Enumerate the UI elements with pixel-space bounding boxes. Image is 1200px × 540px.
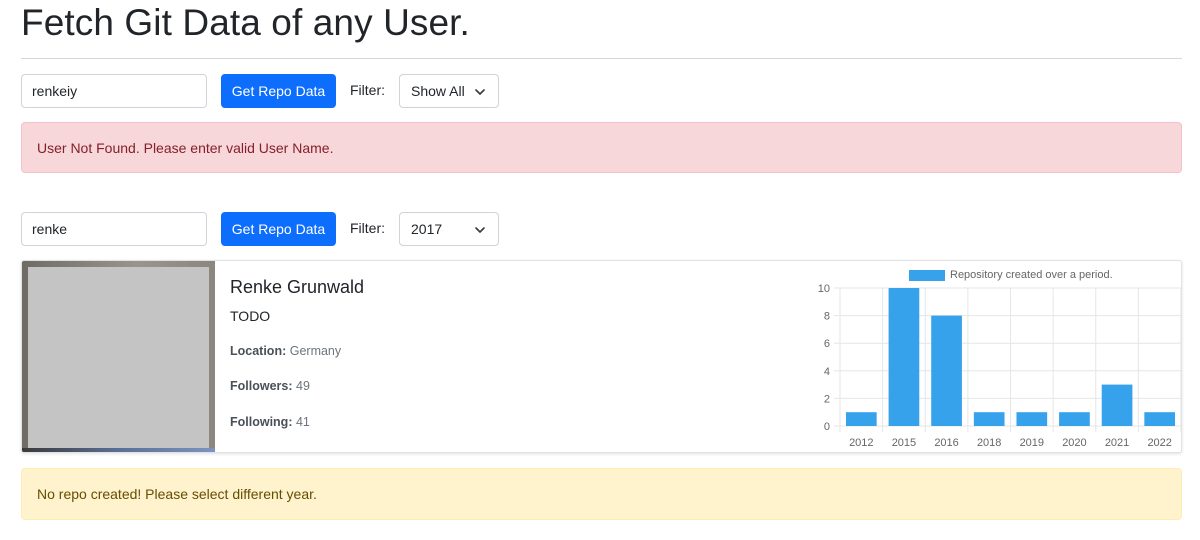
y-tick-label: 0 bbox=[824, 421, 830, 433]
y-tick-label: 4 bbox=[824, 366, 830, 378]
filter-label-1: Filter: bbox=[350, 82, 385, 98]
no-repo-alert: No repo created! Please select different… bbox=[21, 468, 1182, 520]
profile-location: Location: Germany bbox=[230, 344, 341, 358]
filter-select-value-2: 2017 bbox=[411, 221, 443, 237]
get-repo-data-button-1[interactable]: Get Repo Data bbox=[221, 74, 336, 108]
bar-2016 bbox=[931, 315, 962, 426]
page-title: Fetch Git Data of any User. bbox=[21, 2, 470, 43]
location-label: Location: bbox=[230, 344, 287, 358]
filter-select-2[interactable]: 2017 bbox=[399, 212, 499, 246]
bar-2022 bbox=[1144, 412, 1176, 426]
y-tick-label: 8 bbox=[824, 311, 830, 323]
location-value: Germany bbox=[289, 344, 342, 358]
filter-select-value-1: Show All bbox=[411, 83, 465, 99]
get-repo-data-button-2[interactable]: Get Repo Data bbox=[221, 212, 336, 246]
search-row-1: Get Repo Data Filter: Show All bbox=[21, 74, 521, 108]
title-divider bbox=[21, 58, 1182, 59]
y-tick-label: 10 bbox=[818, 283, 830, 295]
legend-swatch bbox=[909, 270, 945, 281]
x-tick-label: 2012 bbox=[849, 437, 873, 449]
x-tick-label: 2018 bbox=[977, 437, 1001, 449]
filter-select-1[interactable]: Show All bbox=[399, 74, 499, 108]
profile-followers: Followers: 49 bbox=[230, 379, 310, 393]
bar-2020 bbox=[1059, 412, 1090, 426]
x-tick-label: 2019 bbox=[1020, 437, 1044, 449]
profile-card: Renke Grunwald TODO Location: Germany Fo… bbox=[21, 260, 1182, 453]
legend-label: Repository created over a period. bbox=[950, 269, 1113, 281]
followers-value: 49 bbox=[296, 379, 310, 393]
username-input-1[interactable] bbox=[21, 74, 207, 108]
x-tick-label: 2020 bbox=[1062, 437, 1086, 449]
y-tick-label: 2 bbox=[824, 393, 830, 405]
filter-label-2: Filter: bbox=[350, 220, 385, 236]
x-tick-label: 2021 bbox=[1105, 437, 1129, 449]
search-row-2: Get Repo Data Filter: 2017 bbox=[21, 212, 521, 246]
y-tick-label: 6 bbox=[824, 338, 830, 350]
x-tick-label: 2015 bbox=[892, 437, 916, 449]
profile-bio: TODO bbox=[230, 308, 271, 324]
profile-following: Following: 41 bbox=[230, 415, 310, 429]
section-divider bbox=[21, 178, 1182, 190]
username-input-2[interactable] bbox=[21, 212, 207, 246]
user-not-found-alert: User Not Found. Please enter valid User … bbox=[21, 122, 1182, 173]
chevron-down-icon bbox=[475, 227, 485, 233]
repo-bar-chart: Repository created over a period. 0 2 4 6 8 10… bbox=[818, 269, 1181, 449]
x-tick-label: 2016 bbox=[934, 437, 958, 449]
bar-2019 bbox=[1016, 412, 1048, 426]
following-value: 41 bbox=[295, 415, 310, 429]
chevron-down-icon bbox=[475, 89, 485, 95]
following-label: Following: bbox=[230, 415, 293, 429]
profile-name: Renke Grunwald bbox=[230, 277, 365, 297]
followers-label: Followers: bbox=[230, 379, 293, 393]
avatar bbox=[22, 261, 215, 452]
bar-2021 bbox=[1101, 384, 1133, 426]
bar-2012 bbox=[845, 412, 877, 426]
x-tick-label: 2022 bbox=[1147, 437, 1171, 449]
bar-2015 bbox=[888, 288, 920, 426]
avatar-placeholder bbox=[28, 267, 209, 448]
bar-2018 bbox=[973, 412, 1005, 426]
